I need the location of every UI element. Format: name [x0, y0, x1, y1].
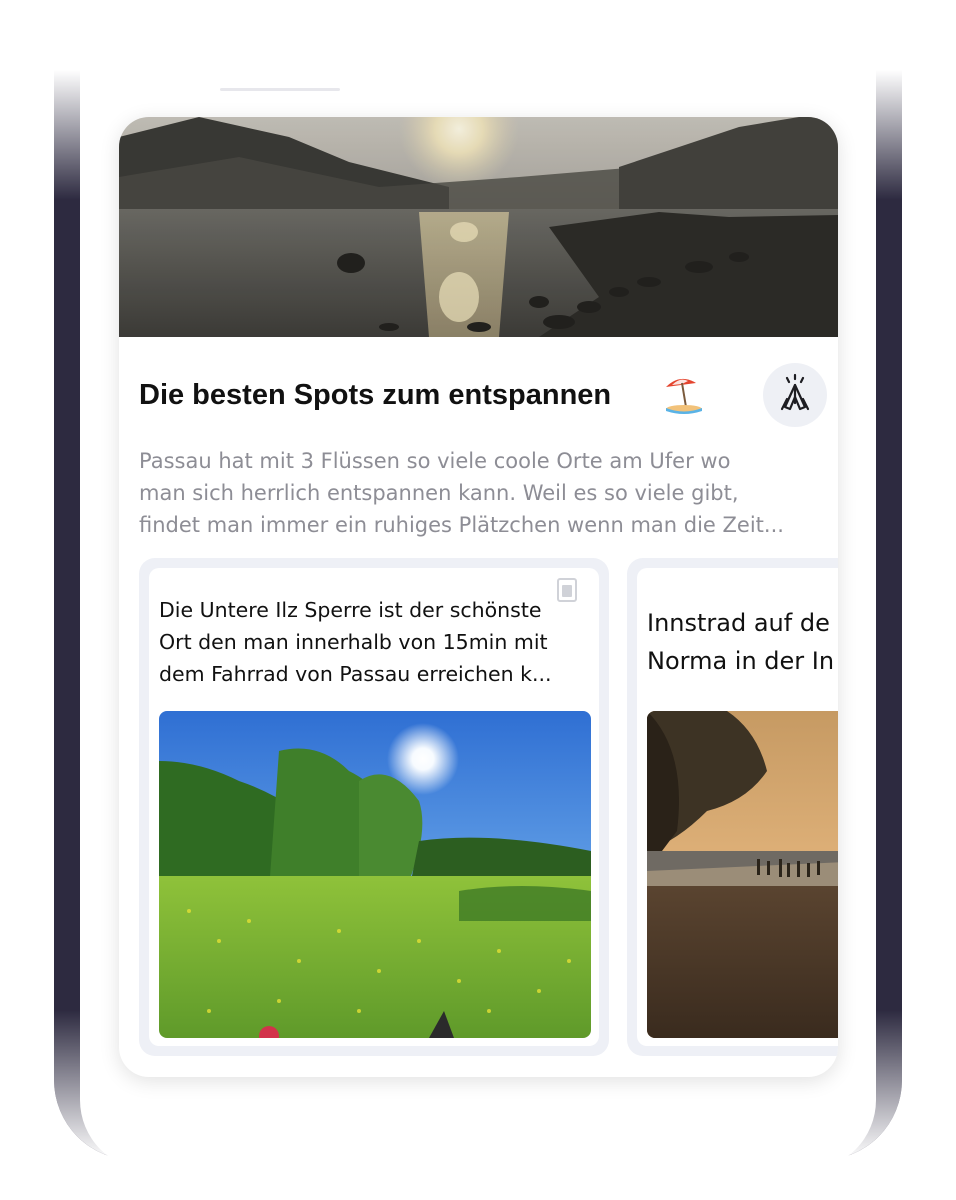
card-description: Passau hat mit 3 Flüssen so viele coole …: [139, 449, 784, 537]
bookmark-icon[interactable]: [557, 578, 577, 602]
praying-hands-icon[interactable]: [763, 363, 827, 427]
spot-card-text: Innstrad auf de Norma in der In: [647, 609, 835, 675]
spot-photo-meadow: [159, 711, 591, 1038]
drag-handle[interactable]: [220, 88, 340, 91]
beach-umbrella-icon: [662, 375, 704, 415]
spot-collection-card[interactable]: Die besten Spots zum entspannen Passau h…: [119, 117, 838, 1077]
hero-image-river-sunrise: [119, 117, 838, 337]
card-title: Die besten Spots zum entspannen: [139, 379, 612, 411]
spot-photo-riverbank-sunset: [647, 711, 838, 1038]
spot-card[interactable]: Innstrad auf de Norma in der In: [627, 558, 838, 1056]
spot-card[interactable]: Die Untere Ilz Sperre ist der schönste O…: [139, 558, 609, 1056]
spot-card-text: Die Untere Ilz Sperre ist der schönste O…: [159, 598, 552, 686]
